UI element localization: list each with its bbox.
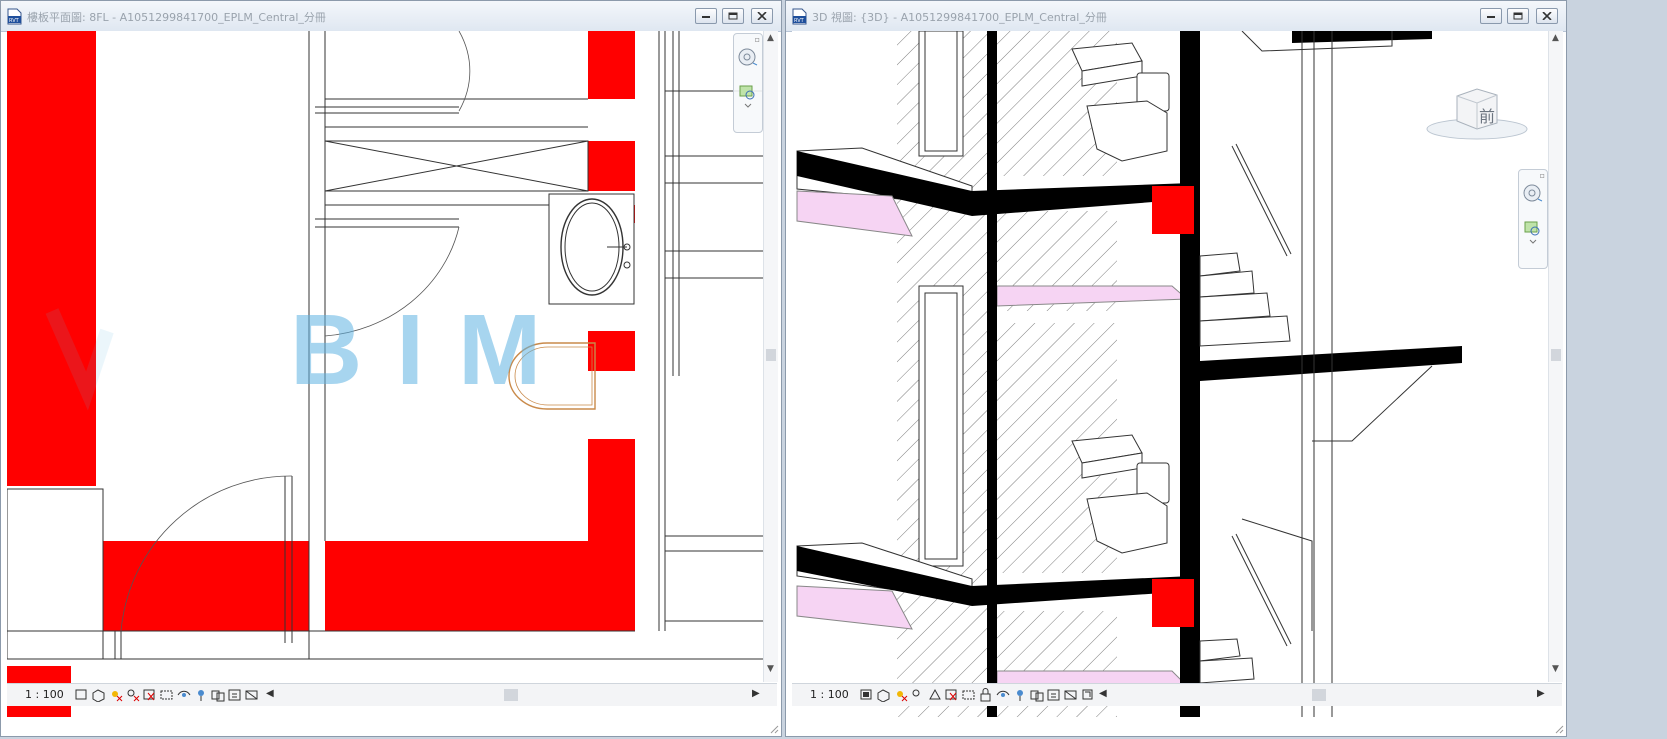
scroll-up-arrow[interactable]: ▲ — [767, 34, 774, 43]
view-scale[interactable]: 1 : 100 — [25, 688, 64, 701]
shadows-icon[interactable] — [125, 687, 140, 702]
minimize-icon — [1487, 16, 1495, 18]
shadows-icon[interactable] — [910, 687, 925, 702]
3d-view-canvas[interactable]: 前 ▫ — [792, 31, 1548, 717]
view-control-icons — [859, 687, 1095, 703]
3d-view-titlebar[interactable]: RVT 3D 視圖: {3D} - A1051299841700_EPLM_Ce… — [786, 1, 1566, 32]
bim-watermark: BIM — [290, 294, 576, 406]
detail-level-icon[interactable] — [74, 687, 89, 702]
resize-grip-icon[interactable] — [769, 724, 779, 734]
design-options-icon[interactable] — [1046, 687, 1061, 702]
3d-view-control-bar: 1 : 100 ◀ ▶ — [792, 683, 1562, 706]
crop-region-icon[interactable] — [159, 687, 174, 702]
worksharing-icon[interactable] — [210, 687, 225, 702]
view-control-icons — [74, 687, 259, 703]
navbar-close-icon[interactable]: ▫ — [1540, 171, 1545, 180]
zoom-icon[interactable] — [736, 80, 760, 110]
doors — [918, 31, 964, 567]
crop-view-icon[interactable] — [142, 687, 157, 702]
visual-style-icon[interactable] — [876, 687, 891, 702]
close-button[interactable] — [751, 8, 773, 24]
crop-view-icon[interactable] — [944, 687, 959, 702]
revit-document-icon: RVT — [792, 8, 807, 25]
scroll-down-arrow[interactable]: ▼ — [767, 665, 774, 674]
view-scale[interactable]: 1 : 100 — [810, 688, 849, 701]
analytical-model-icon[interactable] — [1063, 687, 1078, 702]
reveal-hidden-icon[interactable] — [193, 687, 208, 702]
steering-wheel-icon[interactable] — [736, 44, 760, 74]
svg-text:RVT: RVT — [9, 18, 20, 24]
restore-icon — [728, 12, 738, 20]
highlight-displacement-icon[interactable] — [1080, 687, 1095, 702]
visual-style-icon[interactable] — [91, 687, 106, 702]
restore-button[interactable] — [722, 8, 744, 24]
floor-plan-title: 樓板平面圖: 8FL - A1051299841700_EPLM_Central… — [27, 11, 326, 24]
minimize-icon — [702, 16, 710, 18]
worksharing-icon[interactable] — [1029, 687, 1044, 702]
minimize-button[interactable] — [1480, 8, 1502, 24]
temporary-hide-icon[interactable] — [176, 687, 191, 702]
3d-view-title: 3D 視圖: {3D} - A1051299841700_EPLM_Centra… — [812, 11, 1107, 24]
hscroll-thumb[interactable] — [1312, 689, 1326, 701]
zoom-icon[interactable] — [1521, 216, 1545, 246]
resize-grip-icon[interactable] — [1554, 724, 1564, 734]
floor-plan-titlebar[interactable]: RVT 樓板平面圖: 8FL - A1051299841700_EPLM_Cen… — [1, 1, 781, 32]
lock-3d-view-icon[interactable] — [978, 687, 993, 702]
navigation-bar[interactable]: ▫ — [733, 33, 763, 133]
render-icon[interactable] — [927, 687, 942, 702]
minimize-button[interactable] — [695, 8, 717, 24]
navigation-bar[interactable]: ▫ — [1518, 169, 1548, 269]
floor-plan-window: RVT 樓板平面圖: 8FL - A1051299841700_EPLM_Cen… — [0, 0, 782, 737]
restore-button[interactable] — [1507, 8, 1529, 24]
revit-document-icon: RVT — [7, 8, 22, 25]
detail-level-icon[interactable] — [859, 687, 874, 702]
hscroll-left-arrow[interactable]: ◀ — [266, 688, 274, 699]
floor-plan-view-control-bar: 1 : 100 ◀ ▶ — [7, 683, 777, 706]
temporary-hide-icon[interactable] — [995, 687, 1010, 702]
hscroll-right-arrow[interactable]: ▶ — [752, 688, 760, 699]
close-icon — [1542, 12, 1552, 20]
scroll-thumb[interactable] — [1551, 349, 1561, 361]
scroll-up-arrow[interactable]: ▲ — [1552, 34, 1559, 43]
3d-view-vscroll[interactable]: ▲ ▼ — [1548, 31, 1563, 682]
sun-path-icon[interactable] — [108, 687, 123, 702]
viewcube-front-face-label[interactable]: 前 — [1479, 103, 1495, 127]
hscroll-left-arrow[interactable]: ◀ — [1099, 688, 1107, 699]
design-options-icon[interactable] — [227, 687, 242, 702]
svg-text:RVT: RVT — [794, 18, 805, 24]
reveal-hidden-icon[interactable] — [1012, 687, 1027, 702]
stairs — [1199, 252, 1291, 684]
crop-region-icon[interactable] — [961, 687, 976, 702]
scroll-thumb[interactable] — [766, 349, 776, 361]
hscroll-right-arrow[interactable]: ▶ — [1537, 688, 1545, 699]
viewcube[interactable]: 前 — [1422, 81, 1532, 143]
hscroll-thumb[interactable] — [504, 689, 518, 701]
3d-view-window: RVT 3D 視圖: {3D} - A1051299841700_EPLM_Ce… — [785, 0, 1567, 737]
navbar-close-icon[interactable]: ▫ — [755, 35, 760, 44]
scroll-down-arrow[interactable]: ▼ — [1552, 665, 1559, 674]
lavatory — [548, 193, 635, 305]
floor-plan-vscroll[interactable]: ▲ ▼ — [763, 31, 778, 682]
close-button[interactable] — [1536, 8, 1558, 24]
restore-icon — [1513, 12, 1523, 20]
steering-wheel-icon[interactable] — [1521, 180, 1545, 210]
close-icon — [757, 12, 767, 20]
sun-path-icon[interactable] — [893, 687, 908, 702]
viewcube-graphic — [1426, 88, 1528, 140]
floor-plan-canvas[interactable]: BIM ▫ — [7, 31, 763, 717]
analytical-model-icon[interactable] — [244, 687, 259, 702]
